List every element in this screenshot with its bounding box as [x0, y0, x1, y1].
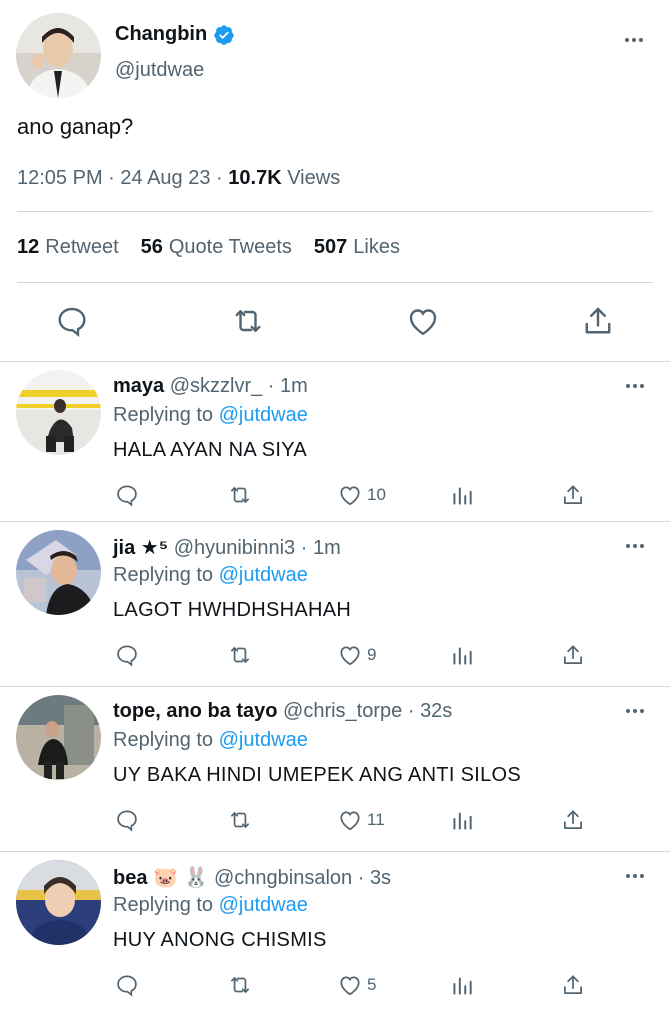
reply-time[interactable]: 3s: [370, 867, 391, 889]
share-icon[interactable]: [580, 303, 616, 339]
reply-avatar[interactable]: [16, 530, 101, 615]
author-avatar[interactable]: [16, 13, 101, 98]
reply-icon[interactable]: [114, 972, 140, 998]
reply-tweet[interactable]: bea 🐷 🐰 @chngbinsalon · 3s Replying to @…: [0, 851, 670, 1024]
like-icon: [340, 976, 360, 996]
author-name[interactable]: Changbin: [115, 23, 207, 46]
like-button[interactable]: 10: [337, 482, 386, 508]
reply-text: HALA AYAN NA SIYA: [113, 439, 308, 461]
share-icon[interactable]: [560, 807, 586, 833]
reply-author-name[interactable]: jia ★⁵: [113, 537, 168, 559]
retweet-icon[interactable]: [227, 972, 253, 998]
analytics-icon[interactable]: [449, 482, 475, 508]
reply-avatar[interactable]: [16, 695, 101, 780]
replying-to: Replying to @jutdwae: [113, 564, 308, 586]
main-tweet: Changbin @jutdwae ano ganap? 12:05 PM · …: [0, 0, 670, 360]
more-options-icon[interactable]: [625, 38, 643, 42]
more-options-icon[interactable]: [626, 874, 644, 878]
retweet-icon[interactable]: [230, 303, 266, 339]
reply-author-name[interactable]: bea: [113, 867, 147, 889]
tweet-meta: 12:05 PM · 24 Aug 23 · 10.7K Views: [17, 167, 341, 189]
like-count: 9: [367, 645, 377, 664]
reply-header: tope, ano ba tayo @chris_torpe · 32s: [113, 700, 453, 722]
reply-avatar[interactable]: [16, 370, 101, 455]
analytics-icon[interactable]: [449, 642, 475, 668]
like-button[interactable]: 5: [337, 972, 376, 998]
share-icon[interactable]: [560, 972, 586, 998]
reply-author-handle[interactable]: @skzzlvr_: [170, 375, 263, 397]
share-icon[interactable]: [560, 482, 586, 508]
reply-time[interactable]: 1m: [313, 537, 341, 559]
reply-badge: 🐷 🐰: [153, 867, 209, 889]
replying-to-handle[interactable]: @jutdwae: [219, 729, 308, 751]
replying-to-handle[interactable]: @jutdwae: [219, 894, 308, 916]
reply-tweet[interactable]: tope, ano ba tayo @chris_torpe · 32s Rep…: [0, 686, 670, 851]
retweet-icon[interactable]: [227, 482, 253, 508]
reply-tweet[interactable]: maya @skzzlvr_ · 1m Replying to @jutdwae…: [0, 361, 670, 521]
reply-author-handle[interactable]: @chris_torpe: [283, 700, 402, 722]
reply-tweet[interactable]: jia ★⁵ @hyunibinni3 · 1m Replying to @ju…: [0, 521, 670, 686]
like-count: 5: [367, 975, 377, 994]
like-button[interactable]: 9: [337, 642, 376, 668]
author-name-row[interactable]: Changbin: [115, 23, 235, 46]
tweet-date[interactable]: 24 Aug 23: [120, 167, 210, 189]
more-options-icon[interactable]: [626, 384, 644, 388]
more-options-icon[interactable]: [626, 544, 644, 548]
like-icon: [340, 646, 360, 666]
retweet-icon[interactable]: [227, 642, 253, 668]
reply-author-handle[interactable]: @chngbinsalon: [214, 867, 352, 889]
like-button[interactable]: 11: [337, 807, 385, 833]
views-count: 10.7K: [228, 167, 282, 189]
views-label: Views: [287, 167, 341, 189]
likes-stat[interactable]: 507 Likes: [314, 236, 400, 259]
reply-icon[interactable]: [54, 303, 90, 339]
share-icon[interactable]: [560, 642, 586, 668]
reply-text: LAGOT HWHDHSHAHAH: [113, 599, 352, 621]
reply-time[interactable]: 1m: [280, 375, 308, 397]
reply-icon[interactable]: [114, 482, 140, 508]
like-icon: [340, 486, 360, 506]
analytics-icon[interactable]: [449, 972, 475, 998]
retweet-icon[interactable]: [227, 807, 253, 833]
reply-header: maya @skzzlvr_ · 1m: [113, 375, 308, 397]
reply-author-handle[interactable]: @hyunibinni3: [174, 537, 296, 559]
replying-to-handle[interactable]: @jutdwae: [219, 564, 308, 586]
tweet-text: ano ganap?: [17, 114, 134, 139]
tweet-action-bar: [0, 303, 670, 343]
like-icon: [340, 811, 360, 831]
divider: [17, 211, 653, 212]
tweet-time[interactable]: 12:05 PM: [17, 167, 103, 189]
like-count: 11: [367, 810, 385, 829]
replying-to: Replying to @jutdwae: [113, 404, 308, 426]
reply-header: jia ★⁵ @hyunibinni3 · 1m: [113, 537, 341, 559]
reply-time[interactable]: 32s: [420, 700, 452, 722]
verified-badge-icon: [214, 24, 234, 45]
engagement-stats: 12 Retweet 56 Quote Tweets 507 Likes: [17, 236, 400, 259]
more-options-icon[interactable]: [626, 709, 644, 713]
replying-to-handle[interactable]: @jutdwae: [219, 404, 308, 426]
analytics-icon[interactable]: [449, 807, 475, 833]
like-icon[interactable]: [405, 303, 441, 339]
reply-author-name[interactable]: tope, ano ba tayo: [113, 700, 277, 722]
like-count: 10: [367, 485, 386, 504]
author-handle[interactable]: @jutdwae: [115, 59, 204, 82]
replying-to: Replying to @jutdwae: [113, 894, 308, 916]
reply-author-name[interactable]: maya: [113, 375, 164, 397]
reply-text: UY BAKA HINDI UMEPEK ANG ANTI SILOS: [113, 764, 522, 786]
divider: [17, 282, 653, 283]
reply-icon[interactable]: [114, 642, 140, 668]
retweets-stat[interactable]: 12 Retweet: [17, 236, 119, 259]
reply-avatar[interactable]: [16, 860, 101, 945]
reply-text: HUY ANONG CHISMIS: [113, 929, 327, 951]
reply-icon[interactable]: [114, 807, 140, 833]
quotes-stat[interactable]: 56 Quote Tweets: [141, 236, 292, 259]
replying-to: Replying to @jutdwae: [113, 729, 308, 751]
reply-header: bea 🐷 🐰 @chngbinsalon · 3s: [113, 867, 392, 889]
